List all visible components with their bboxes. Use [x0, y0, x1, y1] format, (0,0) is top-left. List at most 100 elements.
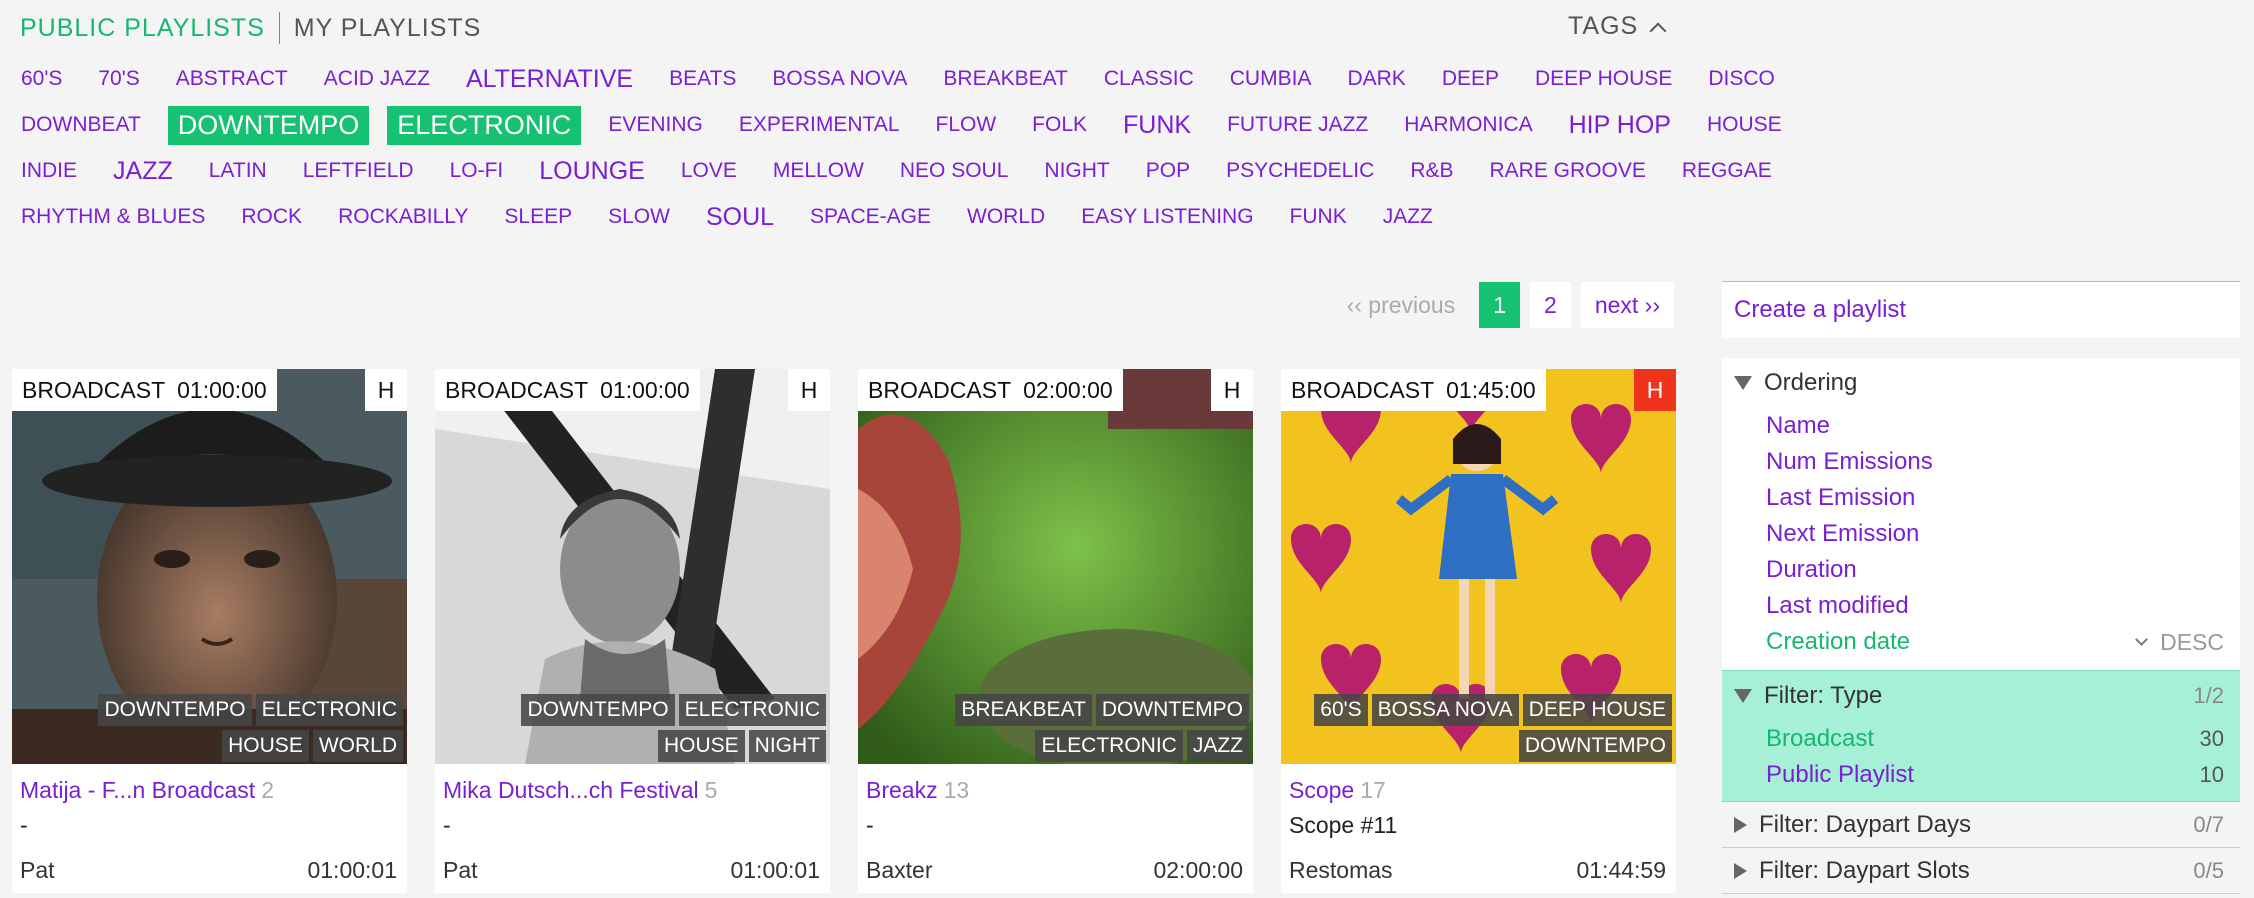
tab-public-playlists[interactable]: PUBLIC PLAYLISTS — [20, 14, 265, 43]
card-tag[interactable]: HOUSE — [657, 730, 745, 762]
tag-filter[interactable]: NIGHT — [1035, 155, 1118, 187]
tag-filter[interactable]: LO-FI — [441, 155, 513, 187]
playlist-cover[interactable]: BROADCAST 02:00:00 H BREAKBEAT DOWNTEMPO ELEC… — [858, 369, 1253, 764]
tag-filter[interactable]: ROCKABILLY — [329, 201, 477, 233]
card-tag[interactable]: ELECTRONIC — [678, 694, 826, 726]
order-last-modified[interactable]: Last modified — [1722, 588, 2240, 624]
card-tag[interactable]: HOUSE — [222, 730, 309, 762]
card-tag[interactable]: WORLD — [312, 730, 403, 762]
tag-filter[interactable]: INDIE — [12, 155, 86, 187]
order-creation-date[interactable]: Creation date DESC — [1722, 624, 2240, 660]
tag-filter[interactable]: ELECTRONIC — [387, 105, 582, 145]
tag-filter[interactable]: FOLK — [1023, 109, 1096, 141]
card-tag[interactable]: JAZZ — [1186, 730, 1249, 762]
tag-filter[interactable]: SOUL — [697, 199, 783, 236]
playlist-title-link[interactable]: Breakz — [866, 777, 938, 803]
tag-filter[interactable]: EXPERIMENTAL — [730, 109, 909, 141]
create-playlist-link[interactable]: Create a playlist — [1722, 281, 2240, 338]
sort-direction-toggle[interactable]: DESC — [2135, 624, 2224, 660]
tag-filter[interactable]: DOWNBEAT — [12, 109, 150, 141]
tag-filter[interactable]: ACID JAZZ — [315, 63, 439, 95]
tag-filter[interactable]: JAZZ — [1374, 201, 1442, 233]
next-page-button[interactable]: next ›› — [1580, 282, 1674, 328]
tag-filter[interactable]: LOUNGE — [530, 153, 654, 190]
tag-filter[interactable]: FLOW — [927, 109, 1006, 141]
tag-filter[interactable]: HARMONICA — [1395, 109, 1541, 141]
tag-filter[interactable]: LOVE — [672, 155, 746, 187]
playlist-cover[interactable]: BROADCAST 01:00:00 H DOWNTEMPO ELECTRONIC HOU… — [435, 369, 830, 764]
tag-filter[interactable]: FUTURE JAZZ — [1218, 109, 1377, 141]
tag-filter[interactable]: HOUSE — [1698, 109, 1791, 141]
tag-filter[interactable]: R&B — [1401, 155, 1462, 187]
filter-option-broadcast[interactable]: Broadcast 30 — [1722, 721, 2240, 757]
previous-page-button[interactable]: ‹‹ previous — [1333, 282, 1470, 328]
playlist-title-link[interactable]: Mika Dutsch...ch Festival — [443, 777, 699, 803]
playlist-card[interactable]: BROADCAST 01:00:00 H DOWNTEMPO ELECTRONIC HOU… — [12, 369, 407, 893]
card-tag[interactable]: DOWNTEMPO — [521, 694, 675, 726]
tag-filter[interactable]: JAZZ — [104, 153, 182, 190]
tag-filter[interactable]: BOSSA NOVA — [763, 63, 916, 95]
tag-filter[interactable]: MELLOW — [764, 155, 873, 187]
tag-filter[interactable]: DEEP — [1433, 63, 1508, 95]
playlist-card[interactable]: BROADCAST 01:45:00 H 60'S BOSSA NOVA DEEP HOU… — [1281, 369, 1676, 893]
filter-type-header[interactable]: Filter: Type 1/2 — [1722, 671, 2240, 721]
card-tag[interactable]: DOWNTEMPO — [98, 694, 252, 726]
tag-filter[interactable]: WORLD — [958, 201, 1054, 233]
filter-daypart-days-header[interactable]: Filter: Daypart Days 0/7 — [1722, 802, 2240, 847]
tag-filter[interactable]: PSYCHEDELIC — [1217, 155, 1383, 187]
tag-filter[interactable]: NEO SOUL — [891, 155, 1018, 187]
tab-my-playlists[interactable]: MY PLAYLISTS — [294, 14, 482, 43]
card-tag[interactable]: NIGHT — [748, 730, 826, 762]
page-1-button[interactable]: 1 — [1479, 282, 1521, 328]
tag-filter[interactable]: BREAKBEAT — [934, 63, 1076, 95]
playlist-card[interactable]: BROADCAST 01:00:00 H DOWNTEMPO ELECTRONIC HOU… — [435, 369, 830, 893]
filter-option-public-playlist[interactable]: Public Playlist 10 — [1722, 757, 2240, 793]
card-tag[interactable]: BREAKBEAT — [955, 694, 1092, 726]
tag-filter[interactable]: REGGAE — [1673, 155, 1781, 187]
filter-daypart-slots-header[interactable]: Filter: Daypart Slots 0/5 — [1722, 848, 2240, 893]
tag-filter[interactable]: SPACE-AGE — [801, 201, 940, 233]
ordering-header[interactable]: Ordering — [1722, 358, 2240, 408]
card-tag[interactable]: DOWNTEMPO — [1095, 694, 1249, 726]
tag-filter[interactable]: FUNK — [1281, 201, 1356, 233]
playlist-card[interactable]: BROADCAST 02:00:00 H BREAKBEAT DOWNTEMPO ELEC… — [858, 369, 1253, 893]
tag-filter[interactable]: DOWNTEMPO — [167, 105, 370, 145]
card-tag[interactable]: BOSSA NOVA — [1371, 694, 1519, 726]
order-num-emissions[interactable]: Num Emissions — [1722, 444, 2240, 480]
tag-filter[interactable]: EVENING — [599, 109, 712, 141]
tag-filter[interactable]: RHYTHM & BLUES — [12, 201, 214, 233]
order-duration[interactable]: Duration — [1722, 552, 2240, 588]
tag-filter[interactable]: LATIN — [200, 155, 276, 187]
tag-filter[interactable]: HIP HOP — [1560, 107, 1680, 144]
card-tag[interactable]: 60'S — [1314, 694, 1368, 726]
tag-filter[interactable]: ALTERNATIVE — [457, 61, 642, 98]
tag-filter[interactable]: EASY LISTENING — [1072, 201, 1262, 233]
tag-filter[interactable]: LEFTFIELD — [294, 155, 423, 187]
order-last-emission[interactable]: Last Emission — [1722, 480, 2240, 516]
tag-filter[interactable]: ROCK — [232, 201, 311, 233]
playlist-cover[interactable]: BROADCAST 01:45:00 H 60'S BOSSA NOVA DEEP HOU… — [1281, 369, 1676, 764]
card-tag[interactable]: ELECTRONIC — [255, 694, 403, 726]
playlist-title-link[interactable]: Scope — [1289, 777, 1354, 803]
tag-filter[interactable]: RARE GROOVE — [1481, 155, 1655, 187]
order-next-emission[interactable]: Next Emission — [1722, 516, 2240, 552]
playlist-title-link[interactable]: Matija - F...n Broadcast — [20, 777, 255, 803]
order-name[interactable]: Name — [1722, 408, 2240, 444]
tags-toggle[interactable]: TAGS — [1568, 12, 1667, 41]
page-2-button[interactable]: 2 — [1530, 282, 1571, 328]
tag-filter[interactable]: DISCO — [1699, 63, 1784, 95]
tag-filter[interactable]: CLASSIC — [1095, 63, 1203, 95]
card-tag[interactable]: DOWNTEMPO — [1518, 730, 1672, 762]
card-tag[interactable]: ELECTRONIC — [1035, 730, 1183, 762]
tag-filter[interactable]: SLEEP — [495, 201, 581, 233]
tag-filter[interactable]: DEEP HOUSE — [1526, 63, 1681, 95]
playlist-cover[interactable]: BROADCAST 01:00:00 H DOWNTEMPO ELECTRONIC HOU… — [12, 369, 407, 764]
tag-filter[interactable]: BEATS — [660, 63, 745, 95]
tag-filter[interactable]: 60'S — [12, 63, 71, 95]
card-tag[interactable]: DEEP HOUSE — [1522, 694, 1672, 726]
tag-filter[interactable]: 70'S — [89, 63, 148, 95]
tag-filter[interactable]: FUNK — [1114, 107, 1200, 144]
tag-filter[interactable]: SLOW — [599, 201, 679, 233]
tag-filter[interactable]: POP — [1137, 155, 1199, 187]
tag-filter[interactable]: DARK — [1338, 63, 1414, 95]
